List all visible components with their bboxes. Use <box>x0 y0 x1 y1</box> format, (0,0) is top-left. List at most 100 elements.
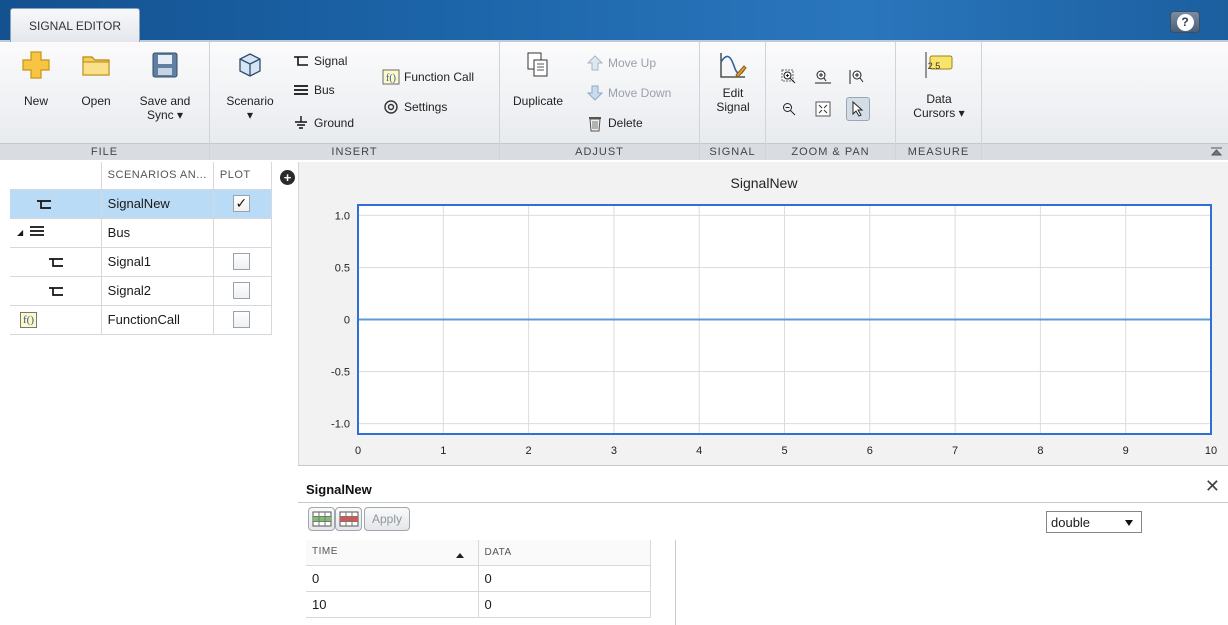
fit-to-view-icon <box>814 100 832 118</box>
panel-divider <box>298 502 1228 503</box>
tree-row-signal2[interactable]: Signal2 <box>10 276 273 306</box>
delete-button[interactable]: Delete <box>586 114 643 132</box>
x-tick-label: 4 <box>696 445 702 457</box>
data-cell[interactable]: 0 <box>478 565 651 592</box>
x-tick-label: 5 <box>781 445 787 457</box>
move-up-label: Move Up <box>608 56 657 70</box>
x-tick-label: 9 <box>1123 445 1129 457</box>
trash-icon <box>586 114 604 132</box>
y-tick-label: 1.0 <box>335 210 350 222</box>
table-row[interactable]: 10 0 <box>306 591 651 618</box>
x-tick-label: 0 <box>355 445 361 457</box>
fit-to-view-button[interactable] <box>814 100 836 118</box>
tab-signal-editor[interactable]: SIGNAL EDITOR <box>10 8 140 42</box>
insert-bus-label: Bus <box>314 83 335 97</box>
tree-header-row: SCENARIOS AN... PLOT <box>10 162 273 190</box>
dropdown-arrow-icon: ▾ <box>177 108 184 122</box>
x-tick-label: 8 <box>1037 445 1043 457</box>
signal-group: Edit Signal SIGNAL <box>700 42 766 160</box>
bus-icon <box>292 81 310 99</box>
close-icon[interactable]: ✕ <box>1205 477 1220 495</box>
x-tick-label: 2 <box>526 445 532 457</box>
edit-signal-icon <box>716 48 750 82</box>
duplicate-label: Duplicate <box>512 94 564 108</box>
insert-signal-button[interactable]: Signal <box>292 52 347 70</box>
insert-function-call-button[interactable]: f() Function Call <box>382 68 474 86</box>
tree-header-icon-column <box>10 162 102 190</box>
y-tick-label: -0.5 <box>331 367 350 379</box>
x-tick-label: 6 <box>867 445 873 457</box>
toolstrip: New Open Save and Sync ▾ FILE Scenario ▾ <box>0 42 1228 160</box>
plot-checkbox[interactable] <box>232 282 250 299</box>
data-cursors-button[interactable]: Data Cursors ▾ <box>904 48 974 120</box>
move-down-button[interactable]: Move Down <box>586 84 671 102</box>
insert-group: Scenario ▾ Signal Bus Ground f() Functio… <box>210 42 500 160</box>
y-tick-label: 0 <box>344 315 350 327</box>
signal-data-panel: SignalNew ✕ Apply double TIME DATA 0 0 1… <box>298 465 1228 625</box>
open-button[interactable]: Open <box>76 48 116 108</box>
tree-row-functioncall[interactable]: f() FunctionCall <box>10 305 273 335</box>
time-column-header[interactable]: TIME <box>306 540 479 566</box>
apply-button[interactable]: Apply <box>364 507 410 531</box>
scenario-cube-icon <box>233 48 267 82</box>
data-cursor-badge: 2.5 <box>927 61 941 71</box>
plot-checkbox[interactable] <box>232 253 250 270</box>
file-group: New Open Save and Sync ▾ FILE <box>0 42 210 160</box>
delete-row-icon <box>339 511 358 527</box>
dropdown-arrow-icon: ▾ <box>958 106 965 120</box>
time-cell[interactable]: 0 <box>306 565 479 592</box>
ribbon-filler-label <box>982 143 1228 160</box>
signal-plot[interactable]: SignalNew 0 1 2 3 4 5 6 7 8 9 10 1.0 0.5 0 -0.5 -1.0 <box>298 162 1228 465</box>
zoom-x-button[interactable] <box>814 68 836 86</box>
time-cell[interactable]: 10 <box>306 591 479 618</box>
tree-row-label: Signal1 <box>101 247 214 277</box>
scenarios-tree-panel: SCENARIOS AN... PLOT SignalNew ✓ ◢ Bus S… <box>10 162 298 625</box>
zoom-x-icon <box>814 68 832 86</box>
measure-group-label: MEASURE <box>896 143 981 160</box>
zoom-in-button[interactable] <box>780 68 802 86</box>
zoom-pan-group-label: ZOOM & PAN <box>766 143 895 160</box>
edit-signal-button[interactable]: Edit Signal <box>708 48 758 114</box>
expand-arrow-icon[interactable]: ◢ <box>17 228 23 237</box>
zoom-out-button[interactable] <box>780 100 802 118</box>
plot-checkbox[interactable] <box>232 311 250 328</box>
data-cursors-label: Data <box>926 92 952 106</box>
settings-button[interactable]: Settings <box>382 98 447 116</box>
tree-row-label: Signal2 <box>101 276 214 306</box>
help-button[interactable]: ? <box>1170 11 1200 33</box>
save-and-sync-label: Save and <box>139 94 191 108</box>
tree-header-plot[interactable]: PLOT <box>213 162 273 190</box>
insert-row-button[interactable] <box>308 507 335 531</box>
data-type-select[interactable]: double <box>1046 511 1142 533</box>
plot-axes[interactable]: 0 1 2 3 4 5 6 7 8 9 10 1.0 0.5 0 -0.5 -1.0 <box>299 162 1228 465</box>
tree-row-signal1[interactable]: Signal1 <box>10 247 273 277</box>
data-cell[interactable]: 0 <box>478 591 651 618</box>
save-and-sync-button[interactable]: Save and Sync ▾ <box>132 48 198 122</box>
collapse-ribbon-icon[interactable] <box>1211 147 1222 156</box>
duplicate-button[interactable]: Duplicate <box>506 48 570 108</box>
tree-row-signalnew[interactable]: SignalNew ✓ <box>10 189 273 219</box>
cursor-select-button[interactable] <box>846 97 870 121</box>
plot-checkbox[interactable]: ✓ <box>232 195 250 212</box>
move-up-button[interactable]: Move Up <box>586 54 656 72</box>
new-button[interactable]: New <box>18 48 54 108</box>
delete-row-button[interactable] <box>335 507 362 531</box>
insert-ground-button[interactable]: Ground <box>292 114 354 132</box>
data-column-header[interactable]: DATA <box>478 540 651 566</box>
add-column-button[interactable]: + <box>280 170 295 185</box>
insert-group-label: INSERT <box>210 143 499 160</box>
tree-row-bus[interactable]: ◢ Bus <box>10 218 273 248</box>
scenario-button[interactable]: Scenario ▾ <box>222 48 278 122</box>
tree-row-label: FunctionCall <box>101 305 214 335</box>
arrow-up-icon <box>586 54 604 72</box>
delete-label: Delete <box>608 116 643 130</box>
bus-icon <box>29 225 45 240</box>
tree-header-name[interactable]: SCENARIOS AN... <box>101 162 214 190</box>
dropdown-arrow-icon: ▾ <box>246 108 254 122</box>
signal-icon <box>10 277 101 305</box>
zoom-y-button[interactable] <box>848 68 870 86</box>
zoom-out-icon <box>780 100 798 118</box>
function-call-icon: f() <box>10 306 101 334</box>
insert-bus-button[interactable]: Bus <box>292 81 335 99</box>
table-row[interactable]: 0 0 <box>306 565 651 592</box>
